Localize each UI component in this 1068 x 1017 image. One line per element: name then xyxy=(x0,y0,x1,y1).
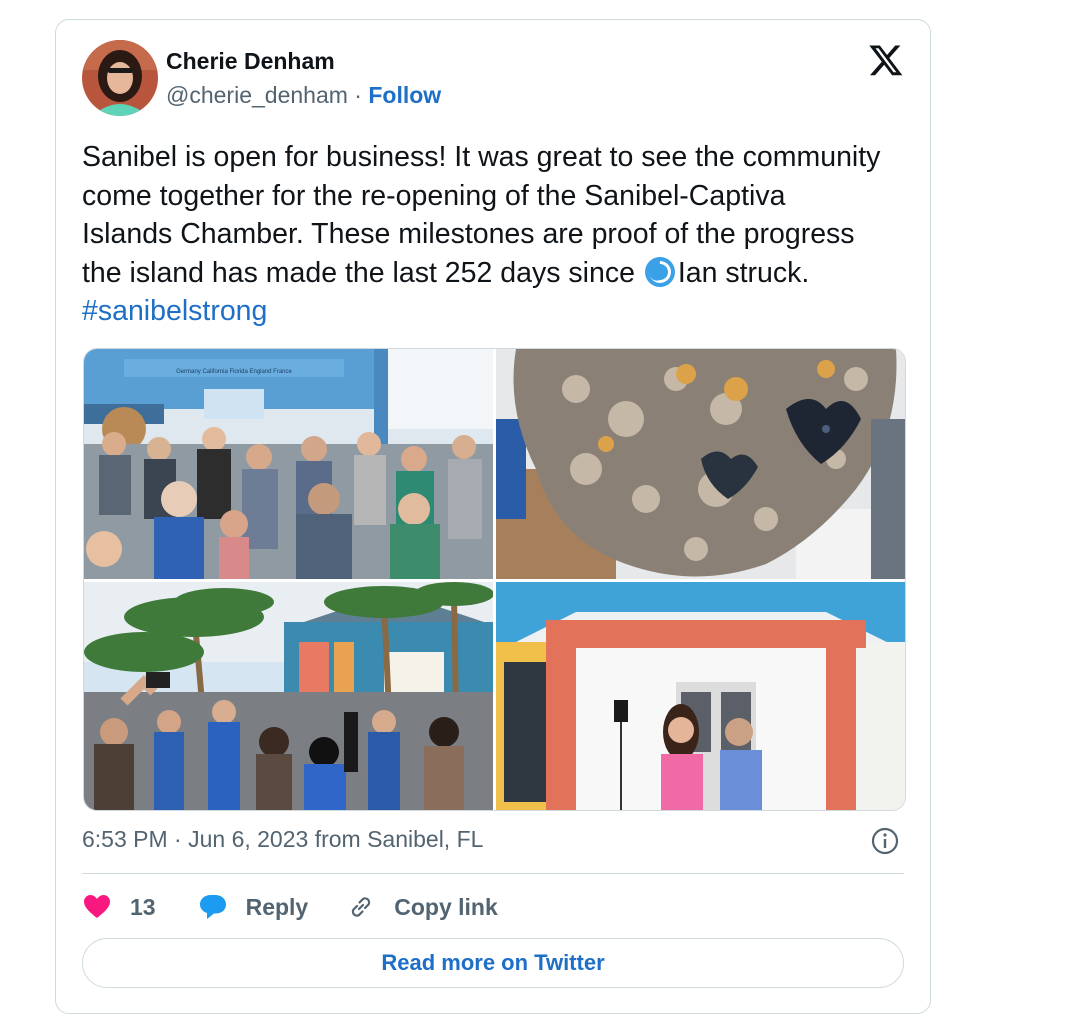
author-handle[interactable]: @cherie_denham xyxy=(166,82,348,108)
divider xyxy=(82,873,904,874)
photo-shell-mosaic-sculpture[interactable] xyxy=(496,349,905,579)
chamber-sign-text: Germany California Florida England Franc… xyxy=(176,369,292,375)
author-avatar[interactable] xyxy=(82,40,158,116)
tweet-text-tail: Ian struck. xyxy=(677,256,810,289)
link-icon xyxy=(346,892,376,922)
photo-chamber-crowd-indoor[interactable]: Germany California Florida England Franc… xyxy=(84,349,493,579)
tweet-card: Cherie Denham @cherie_denham · Follow Sa… xyxy=(55,19,931,1014)
like-count: 13 xyxy=(130,893,156,920)
photo-ribbon-cutting-outdoor[interactable] xyxy=(84,582,493,810)
like-button[interactable]: 13 xyxy=(82,892,156,922)
action-bar: 13 Reply Copy link xyxy=(82,890,498,924)
cyclone-emoji-icon xyxy=(643,255,677,289)
copy-link-label: Copy link xyxy=(394,893,498,920)
reply-bubble-icon xyxy=(198,892,228,922)
author-name[interactable]: Cherie Denham xyxy=(166,48,335,75)
read-more-button[interactable]: Read more on Twitter xyxy=(82,938,904,988)
copy-link-button[interactable]: Copy link xyxy=(346,892,498,922)
tweet-timestamp[interactable]: 6:53 PM · Jun 6, 2023 from Sanibel, FL xyxy=(82,826,483,853)
tweet-text: Sanibel is open for business! It was gre… xyxy=(82,138,882,331)
hashtag-link[interactable]: #sanibelstrong xyxy=(82,295,267,327)
media-grid: Germany California Florida England Franc… xyxy=(83,348,906,811)
separator-dot: · xyxy=(354,82,362,108)
x-logo-icon[interactable] xyxy=(868,42,904,78)
heart-icon xyxy=(82,892,112,922)
author-handle-row: @cherie_denham · Follow xyxy=(166,82,441,109)
reply-button[interactable]: Reply xyxy=(198,892,309,922)
photo-couple-at-entrance[interactable] xyxy=(496,582,905,810)
reply-label: Reply xyxy=(245,893,309,920)
info-icon[interactable] xyxy=(870,826,900,856)
follow-button[interactable]: Follow xyxy=(368,82,441,108)
